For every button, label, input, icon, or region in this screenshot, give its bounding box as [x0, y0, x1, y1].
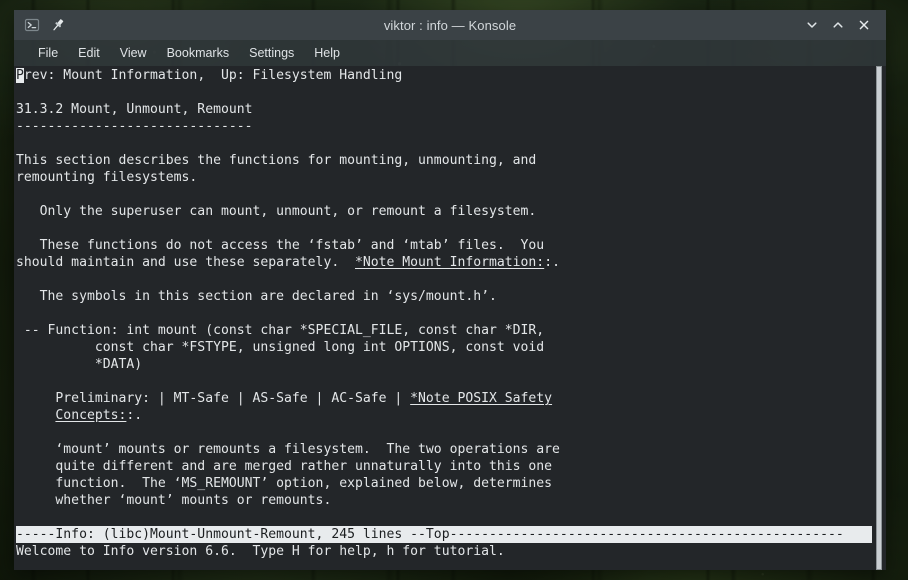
terminal-line: const char *FSTYPE, unsigned long int OP… [16, 340, 545, 355]
terminal-line: should maintain and use these separately… [16, 255, 560, 270]
menu-edit[interactable]: Edit [68, 42, 110, 64]
terminal-cursor: P [16, 68, 24, 83]
terminal-view[interactable]: Prev: Mount Information, Up: Filesystem … [14, 66, 886, 570]
konsole-window: viktor : info — Konsole File Edit View B… [14, 10, 886, 570]
terminal-line: ‘mount’ mounts or remounts a filesystem.… [16, 442, 560, 457]
maximize-button[interactable] [826, 14, 850, 36]
scrollbar-track[interactable] [875, 66, 883, 570]
menu-settings[interactable]: Settings [239, 42, 304, 64]
terminal-line: 31.3.2 Mount, Unmount, Remount [16, 102, 253, 117]
info-cross-reference-link[interactable]: *Note POSIX Safety [410, 391, 552, 406]
close-button[interactable] [852, 14, 876, 36]
terminal-line: Concepts::. [55, 408, 143, 423]
menu-bookmarks[interactable]: Bookmarks [157, 42, 240, 64]
terminal-line: *DATA) [16, 357, 143, 372]
terminal-line: -- Function: int mount (const char *SPEC… [16, 323, 545, 338]
terminal-line: Preliminary: | MT-Safe | AS-Safe | AC-Sa… [16, 391, 553, 406]
terminal-line: -----Info: (libc)Mount-Unmount-Remount, … [16, 526, 872, 543]
terminal-line: The symbols in this section are declared… [16, 289, 497, 304]
terminal-line: Welcome to Info version 6.6. Type H for … [16, 544, 505, 559]
terminal-line: remounting filesystems. [16, 170, 198, 185]
pin-icon[interactable] [49, 17, 66, 34]
window-controls [800, 14, 886, 36]
konsole-terminal-icon[interactable] [23, 17, 40, 34]
minimize-button[interactable] [800, 14, 824, 36]
terminal-scrollbar[interactable] [872, 66, 886, 570]
menu-view[interactable]: View [110, 42, 157, 64]
info-cross-reference-link[interactable]: *Note Mount Information: [355, 255, 544, 270]
window-titlebar[interactable]: viktor : info — Konsole [14, 10, 886, 40]
info-status-line: -----Info: (libc)Mount-Unmount-Remount, … [16, 526, 872, 543]
terminal-text-area[interactable]: Prev: Mount Information, Up: Filesystem … [16, 67, 872, 570]
terminal-line: quite different and are merged rather un… [16, 459, 553, 474]
terminal-line: ------------------------------ [16, 119, 253, 134]
terminal-line: These functions do not access the ‘fstab… [16, 238, 545, 253]
terminal-line: This section describes the functions for… [16, 153, 537, 168]
menu-bar: File Edit View Bookmarks Settings Help [14, 40, 886, 66]
terminal-line: Prev: Mount Information, Up: Filesystem … [16, 68, 403, 83]
window-title: viktor : info — Konsole [383, 17, 517, 33]
terminal-line: whether ‘mount’ mounts or remounts. [16, 493, 332, 508]
scrollbar-thumb[interactable] [876, 66, 882, 570]
info-cross-reference-link[interactable]: Concepts: [55, 408, 126, 423]
titlebar-left-icons [14, 17, 66, 34]
terminal-line: Only the superuser can mount, unmount, o… [16, 204, 537, 219]
menu-help[interactable]: Help [304, 42, 350, 64]
terminal-line: function. The ‘MS_REMOUNT’ option, expla… [16, 476, 553, 491]
menu-file[interactable]: File [28, 42, 68, 64]
